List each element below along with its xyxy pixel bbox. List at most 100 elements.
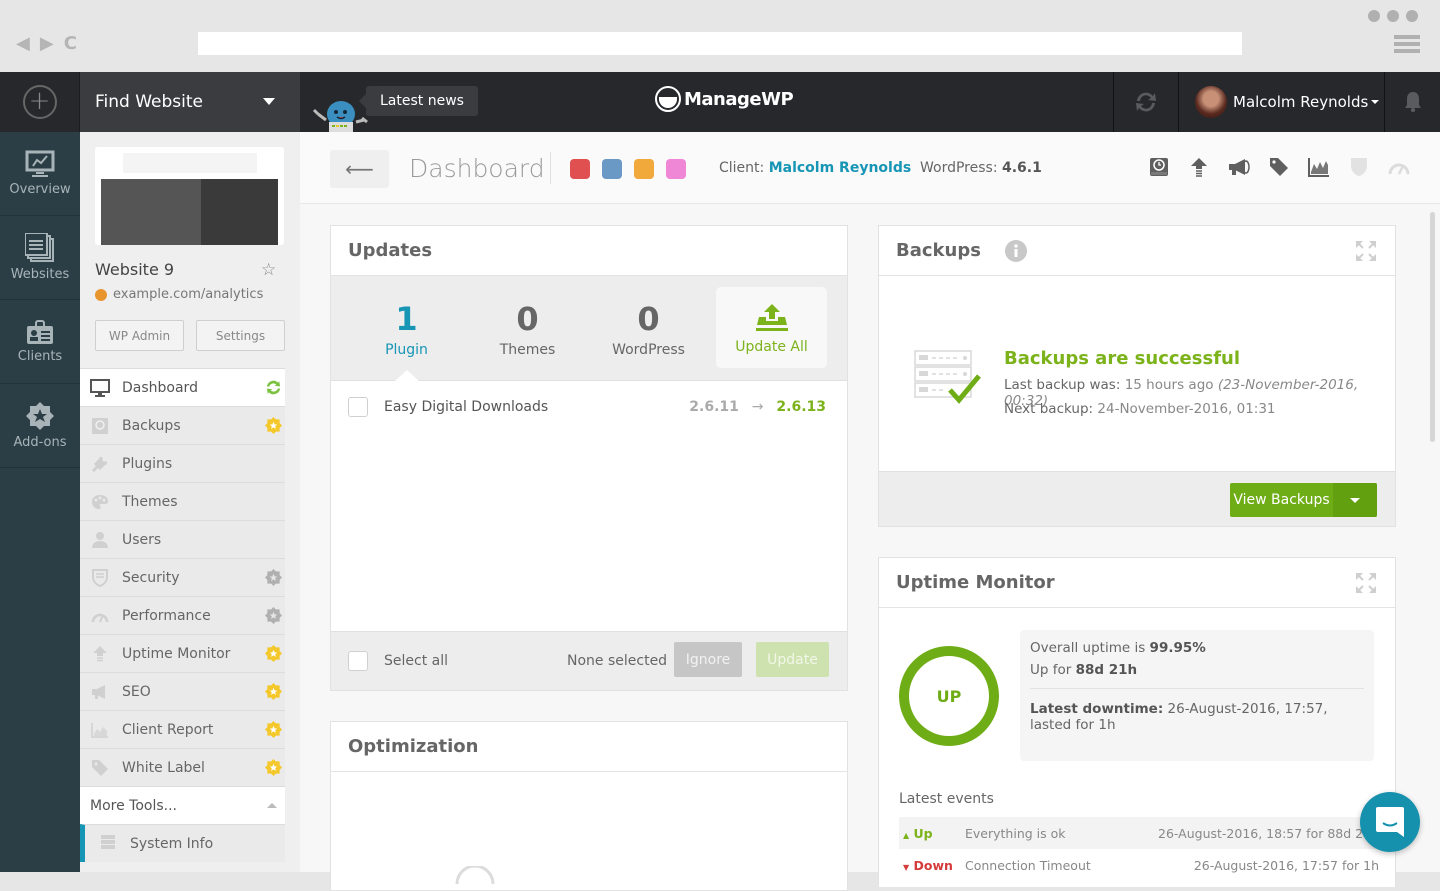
- tab-label: Themes: [499, 342, 556, 358]
- update-item-checkbox[interactable]: [348, 397, 368, 417]
- caret-down-icon: [263, 98, 275, 105]
- menu-item-seo[interactable]: SEO: [80, 672, 285, 710]
- updates-footer: Select all None selected Ignore Update: [331, 631, 847, 690]
- ignore-button[interactable]: Ignore: [674, 642, 742, 677]
- find-website-label: Find Website: [95, 92, 204, 112]
- menu-item-themes[interactable]: Themes: [80, 482, 285, 520]
- chart-icon: [90, 720, 110, 740]
- main-scrollbar[interactable]: [1430, 212, 1435, 442]
- palette-icon: [90, 492, 110, 512]
- menu-item-security[interactable]: Security: [80, 558, 285, 596]
- expand-icon[interactable]: [1355, 240, 1377, 262]
- window-controls[interactable]: [1368, 10, 1418, 22]
- backups-footer: View Backups: [879, 471, 1395, 526]
- up-for-label: Up for: [1030, 662, 1072, 678]
- menu-item-performance[interactable]: Performance: [80, 596, 285, 634]
- sidebar-item-overview[interactable]: Overview: [0, 132, 80, 216]
- tab-themes[interactable]: 0 Themes: [467, 276, 588, 380]
- browser-forward-icon[interactable]: ▶: [40, 33, 54, 54]
- menu-item-system-info[interactable]: System Info: [80, 824, 285, 862]
- expand-icon[interactable]: [1355, 572, 1377, 594]
- wordpress-update-count: 0: [637, 300, 660, 338]
- client-link[interactable]: Malcolm Reynolds: [769, 160, 912, 176]
- color-tag[interactable]: [602, 159, 622, 179]
- update-button[interactable]: Update: [756, 642, 829, 677]
- tab-label: WordPress: [612, 342, 685, 358]
- color-tag[interactable]: [666, 159, 686, 179]
- version-change: 2.6.11 → 2.6.13: [689, 399, 826, 415]
- megaphone-icon[interactable]: [1228, 156, 1250, 178]
- menu-item-white-label[interactable]: White Label: [80, 748, 285, 786]
- sync-green-icon[interactable]: [265, 379, 282, 396]
- next-backup-value: 24-November-2016, 01:31: [1097, 401, 1276, 417]
- website-menu: Dashboard Backups Plugins Themes Users S…: [80, 368, 285, 862]
- megaphone-icon: [90, 682, 110, 702]
- tab-label: Plugin: [385, 342, 428, 358]
- chart-icon[interactable]: [1308, 156, 1330, 178]
- plus-icon: +: [22, 85, 57, 119]
- uptime-monitor-card: Uptime Monitor UP Overall uptime is 99.9…: [878, 557, 1399, 887]
- menu-item-users[interactable]: Users: [80, 520, 285, 558]
- menu-item-dashboard[interactable]: Dashboard: [80, 368, 285, 406]
- browser-back-icon[interactable]: ◀: [16, 33, 30, 54]
- info-icon[interactable]: [1004, 239, 1027, 262]
- gauge-icon[interactable]: [1388, 156, 1410, 178]
- update-all-button[interactable]: Update All: [716, 287, 827, 368]
- current-version: 2.6.11: [689, 399, 739, 415]
- view-backups-button[interactable]: View Backups: [1230, 483, 1333, 517]
- uptime-status-ring: UP: [899, 646, 999, 746]
- menu-item-uptime-monitor[interactable]: Uptime Monitor: [80, 634, 285, 672]
- tool-shortcuts: [1148, 156, 1410, 178]
- upload-arrow-icon[interactable]: [1188, 156, 1210, 178]
- chat-support-button[interactable]: [1360, 792, 1420, 852]
- latest-news-button[interactable]: Latest news: [359, 86, 478, 116]
- new-version: 2.6.13: [776, 399, 826, 415]
- settings-button[interactable]: Settings: [196, 320, 285, 351]
- view-backups-dropdown-caret[interactable]: [1333, 483, 1377, 517]
- shield-icon: [90, 568, 110, 588]
- event-time: 26-August-2016, 18:57 for 88d 21h: [1158, 825, 1379, 841]
- website-url[interactable]: example.com/analytics: [95, 287, 263, 302]
- websites-stack-icon: [25, 233, 54, 262]
- caret-up-icon: [267, 803, 277, 808]
- notifications-button[interactable]: [1386, 72, 1440, 132]
- menu-item-backups[interactable]: Backups: [80, 406, 285, 444]
- browser-menu-icon[interactable]: [1394, 35, 1420, 53]
- managewp-logo[interactable]: ManageWP: [655, 86, 794, 112]
- sidebar-item-websites[interactable]: Websites: [0, 216, 80, 300]
- color-tag[interactable]: [634, 159, 654, 179]
- website-name: Website 9: [95, 260, 175, 279]
- event-message: Everything is ok: [965, 825, 1066, 841]
- browser-chrome: ◀ ▶ C: [0, 0, 1440, 72]
- add-website-button[interactable]: +: [0, 72, 80, 132]
- website-thumbnail[interactable]: [95, 147, 284, 245]
- dashboard-header: ⟵ Dashboard Client: Malcolm Reynolds Wor…: [300, 132, 1440, 204]
- find-website-dropdown[interactable]: Find Website: [80, 72, 300, 132]
- menu-item-label: Users: [122, 531, 162, 548]
- select-all-checkbox[interactable]: [348, 651, 368, 671]
- sidebar-item-addons[interactable]: Add-ons: [0, 384, 80, 468]
- backup-icon[interactable]: [1148, 156, 1170, 178]
- update-all-label: Update All: [735, 339, 808, 355]
- selection-status: None selected: [567, 653, 668, 669]
- favorite-star-icon[interactable]: ☆: [261, 260, 276, 280]
- wp-admin-button[interactable]: WP Admin: [95, 320, 184, 351]
- menu-item-plugins[interactable]: Plugins: [80, 444, 285, 482]
- user-menu[interactable]: Malcolm Reynolds: [1179, 72, 1385, 132]
- tab-wordpress[interactable]: 0 WordPress: [588, 276, 709, 380]
- menu-item-client-report[interactable]: Client Report: [80, 710, 285, 748]
- back-button[interactable]: ⟵: [330, 150, 389, 188]
- event-message: Connection Timeout: [965, 857, 1091, 873]
- sync-button[interactable]: [1113, 72, 1179, 132]
- main-content: ⟵ Dashboard Client: Malcolm Reynolds Wor…: [300, 132, 1440, 891]
- tag-icon[interactable]: [1268, 156, 1290, 178]
- tab-plugins[interactable]: 1 Plugin: [346, 276, 467, 381]
- color-tag[interactable]: [570, 159, 590, 179]
- clients-badge-icon: [27, 320, 53, 344]
- sidebar-item-clients[interactable]: Clients: [0, 300, 80, 384]
- theme-update-count: 0: [516, 300, 539, 338]
- address-bar[interactable]: [198, 32, 1242, 55]
- shield-icon[interactable]: [1348, 156, 1370, 178]
- more-tools-toggle[interactable]: More Tools...: [80, 786, 285, 824]
- browser-reload-icon[interactable]: C: [64, 33, 77, 54]
